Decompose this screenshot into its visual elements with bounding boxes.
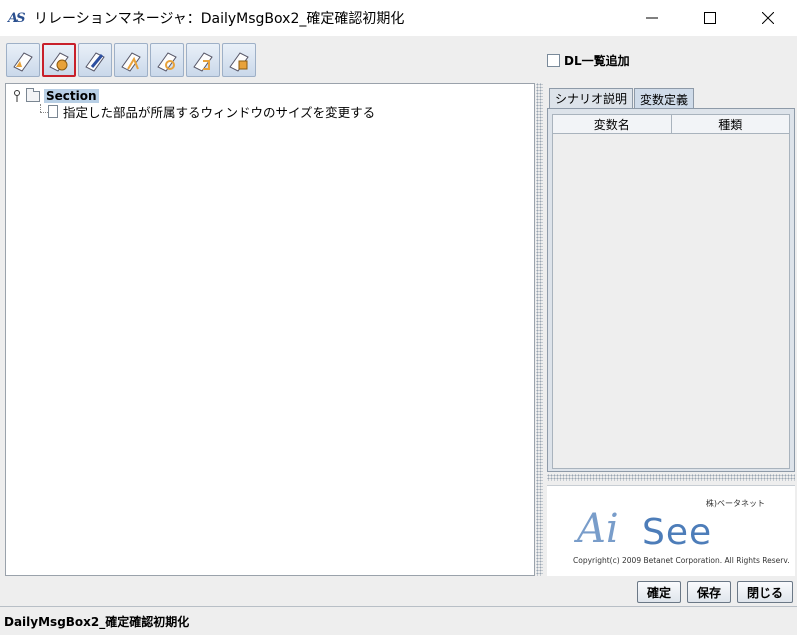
status-bar: DailyMsgBox2_確定確認初期化 [4, 615, 190, 629]
edit-icon [13, 52, 33, 72]
refresh-icon [157, 52, 177, 72]
settings-icon [49, 52, 69, 72]
pen-icon [85, 52, 105, 72]
dl-list-add-label: DL一覧追加 [564, 54, 630, 68]
save-button[interactable]: 保存 [686, 581, 731, 603]
maximize-button[interactable] [681, 0, 739, 36]
pen-button[interactable] [78, 43, 112, 77]
import-button[interactable] [222, 43, 256, 77]
column-header-type[interactable]: 種類 [672, 115, 790, 133]
document-icon [48, 104, 58, 118]
company-name: 株)ベータネット [705, 499, 765, 508]
table-header: 変数名 種類 [553, 115, 789, 134]
window-controls [623, 0, 797, 36]
toolbar [6, 43, 258, 77]
tab-variable-definition[interactable]: 変数定義 [634, 88, 695, 109]
tree-node-label: 指定した部品が所属するウィンドウのサイズを変更する [63, 104, 376, 120]
folder-icon [26, 87, 40, 102]
app-logo-icon: AS [8, 10, 25, 26]
variables-panel: 変数名 種類 [547, 108, 795, 472]
tree-expand-icon[interactable] [12, 89, 22, 103]
cut-button[interactable] [114, 43, 148, 77]
brand-logo-see: See [642, 512, 713, 553]
minimize-button[interactable] [623, 0, 681, 36]
brand-logo-ai: Ai [577, 506, 619, 552]
confirm-button[interactable]: 確定 [636, 581, 681, 603]
cut-icon [121, 52, 141, 72]
export-icon [193, 52, 213, 72]
window-title: リレーションマネージャ：DailyMsgBox2_確定確認初期化 [34, 11, 405, 27]
close-button[interactable] [739, 0, 797, 36]
refresh-button[interactable] [150, 43, 184, 77]
horizontal-splitter[interactable] [547, 474, 795, 481]
title-bar: AS リレーションマネージャ：DailyMsgBox2_確定確認初期化 [0, 0, 797, 36]
minimize-icon [646, 17, 658, 19]
checkbox-box[interactable] [547, 54, 560, 67]
status-divider [0, 606, 797, 607]
copyright-text: Copyright(c) 2009 Betanet Corporation. A… [573, 556, 790, 565]
action-buttons: 確定 保存 閉じる [631, 581, 793, 603]
tree-node-item[interactable]: 指定した部品が所属するウィンドウのサイズを変更する [48, 103, 376, 120]
right-tabs: シナリオ説明 変数定義 [549, 88, 695, 109]
close-icon [762, 12, 774, 24]
scenario-tree[interactable]: Section 指定した部品が所属するウィンドウのサイズを変更する [5, 83, 535, 576]
variables-table[interactable]: 変数名 種類 [552, 114, 790, 469]
column-header-variable-name[interactable]: 変数名 [553, 115, 672, 133]
close-dialog-button[interactable]: 閉じる [736, 581, 793, 603]
maximize-icon [704, 12, 716, 24]
tab-scenario-description[interactable]: シナリオ説明 [549, 88, 634, 108]
export-button[interactable] [186, 43, 220, 77]
vertical-splitter[interactable] [536, 83, 543, 576]
edit-button[interactable] [6, 43, 40, 77]
import-icon [229, 52, 249, 72]
dl-list-add-checkbox[interactable]: DL一覧追加 [547, 52, 630, 69]
settings-button[interactable] [42, 43, 76, 77]
logo-panel: 株)ベータネット Ai See Copyright(c) 2009 Betane… [547, 485, 795, 576]
tree-connector [40, 104, 41, 112]
tree-connector [40, 112, 48, 113]
